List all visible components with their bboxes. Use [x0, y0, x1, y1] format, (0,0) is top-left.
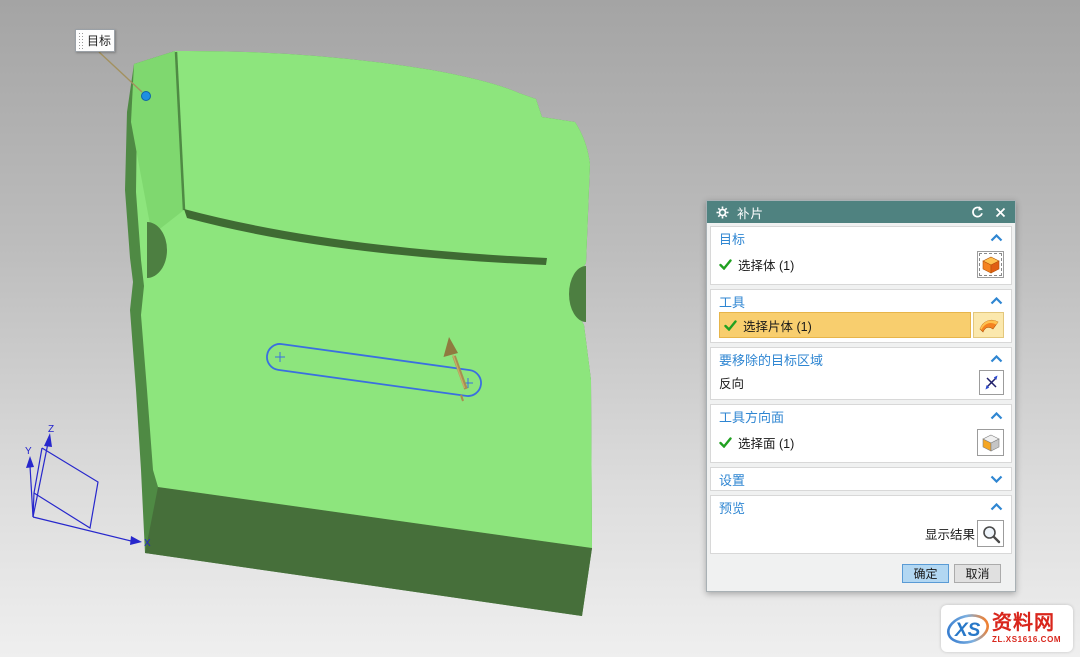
section-header-tool[interactable]: 工具	[711, 290, 1011, 312]
select-body-label: 选择体 (1)	[738, 255, 794, 274]
ok-button[interactable]: 确定	[902, 564, 949, 583]
reset-icon[interactable]	[969, 204, 985, 220]
check-icon	[719, 259, 732, 270]
target-tag-label: 目标	[87, 32, 111, 49]
section-preview: 预览 显示结果	[710, 495, 1012, 554]
chevron-down-icon[interactable]	[990, 475, 1003, 483]
magnifier-icon	[981, 524, 1001, 544]
show-result-label: 显示结果	[925, 524, 975, 543]
reverse-direction-button[interactable]	[979, 370, 1004, 395]
section-title: 预览	[719, 498, 990, 517]
selection-dashed-border	[979, 253, 1002, 276]
chevron-up-icon[interactable]	[990, 503, 1003, 511]
watermark-site-name: 资料网	[992, 613, 1061, 633]
section-tool: 工具 选择片体 (1)	[710, 289, 1012, 343]
dialog-title: 补片	[737, 203, 764, 222]
cancel-button[interactable]: 取消	[954, 564, 1001, 583]
section-header-direction-face[interactable]: 工具方向面	[711, 405, 1011, 427]
chevron-up-icon[interactable]	[990, 297, 1003, 305]
axis-label-z: Z	[48, 424, 54, 435]
section-target: 目标 选择体 (1)	[710, 226, 1012, 285]
cad-application-window: X Z Y 目标 补片	[0, 0, 1080, 657]
check-icon	[719, 437, 732, 448]
watermark-logo: XS	[945, 609, 991, 649]
check-icon	[724, 320, 737, 331]
chevron-up-icon[interactable]	[990, 234, 1003, 242]
face-select-button[interactable]	[977, 429, 1004, 456]
solid-body-button[interactable]	[977, 251, 1004, 278]
target-selection-point[interactable]	[142, 92, 151, 101]
show-result-row: 显示结果	[711, 518, 1011, 553]
tag-grip-handle[interactable]	[78, 32, 84, 49]
sheet-body-icon	[978, 316, 1000, 334]
section-title: 工具方向面	[719, 407, 990, 426]
section-settings: 设置	[710, 467, 1012, 491]
watermark-site-url: ZL.XS1616.COM	[992, 636, 1061, 644]
face-icon	[981, 433, 1001, 453]
close-icon[interactable]	[992, 204, 1008, 220]
highlighted-selection-row[interactable]: 选择片体 (1)	[719, 312, 971, 338]
section-header-target[interactable]: 目标	[711, 227, 1011, 249]
solid-body-icon	[981, 255, 1001, 275]
section-header-settings[interactable]: 设置	[711, 468, 1011, 490]
section-title: 工具	[719, 292, 990, 311]
section-title: 要移除的目标区域	[719, 350, 990, 369]
dialog-footer: 确定 取消	[710, 558, 1012, 587]
section-header-preview[interactable]: 预览	[711, 496, 1011, 518]
axis-label-x: X	[144, 538, 151, 549]
gear-icon[interactable]	[714, 204, 730, 220]
patch-dialog: 补片 目标	[706, 200, 1016, 592]
watermark-logo-text: XS	[954, 620, 981, 641]
sheet-body-button[interactable]	[973, 312, 1004, 338]
show-result-button[interactable]	[977, 520, 1004, 547]
model-front-face[interactable]	[136, 51, 592, 548]
dialog-titlebar[interactable]: 补片	[707, 201, 1015, 223]
reverse-label: 反向	[719, 373, 744, 392]
chevron-up-icon[interactable]	[990, 412, 1003, 420]
dialog-body: 目标 选择体 (1)	[707, 223, 1015, 591]
chevron-up-icon[interactable]	[990, 355, 1003, 363]
section-title: 设置	[719, 470, 990, 489]
select-body-row[interactable]: 选择体 (1)	[711, 249, 1011, 284]
section-tool-direction-face: 工具方向面 选择面 (1)	[710, 404, 1012, 463]
reverse-direction-row[interactable]: 反向	[711, 370, 1011, 399]
section-header-region[interactable]: 要移除的目标区域	[711, 348, 1011, 370]
axis-label-y: Y	[25, 446, 32, 457]
reverse-direction-icon	[983, 374, 1000, 391]
section-title: 目标	[719, 229, 990, 248]
target-tag[interactable]: 目标	[75, 29, 115, 52]
select-sheet-label: 选择片体 (1)	[743, 316, 812, 335]
watermark: XS 资料网 ZL.XS1616.COM	[941, 605, 1073, 652]
wcs-triad[interactable]	[26, 433, 142, 545]
select-face-row[interactable]: 选择面 (1)	[711, 427, 1011, 462]
select-sheet-row[interactable]: 选择片体 (1)	[711, 312, 1011, 342]
select-face-label: 选择面 (1)	[738, 433, 794, 452]
section-region-to-remove: 要移除的目标区域 反向	[710, 347, 1012, 400]
